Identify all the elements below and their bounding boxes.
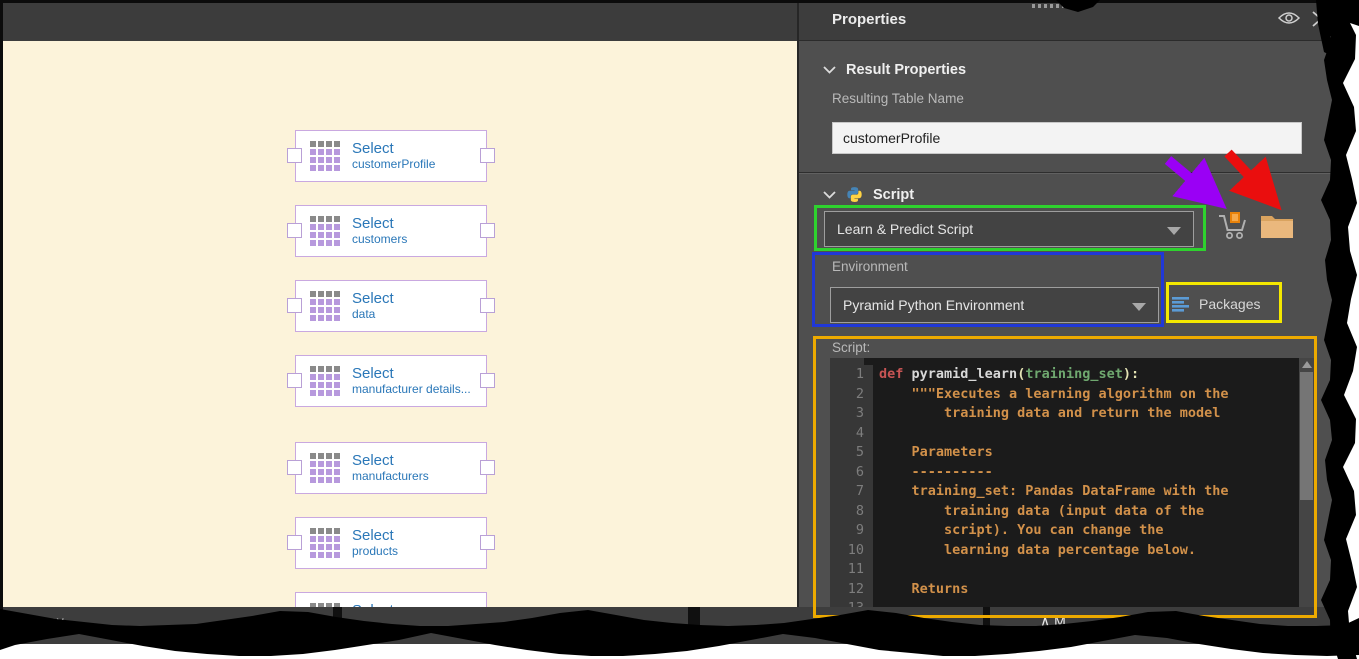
section-title: Script	[873, 187, 914, 203]
dock-tab[interactable]: Prev	[0, 607, 333, 659]
panel-title: Properties	[832, 11, 906, 28]
input-port[interactable]	[287, 223, 302, 238]
python-small-icon	[846, 186, 863, 203]
code-line-11: 11	[830, 560, 1314, 580]
table-grid-icon	[310, 528, 340, 558]
dropdown-value: Learn & Predict Script	[837, 221, 973, 237]
output-port[interactable]	[480, 298, 495, 313]
input-port[interactable]	[287, 535, 302, 550]
editor-padding	[830, 358, 1314, 365]
script-label: Script:	[832, 340, 870, 355]
dock-tab[interactable]	[342, 607, 688, 659]
script-code-editor[interactable]: 1def pyramid_learn(training_set):2 """Ex…	[830, 358, 1314, 632]
node-subtitle: data	[352, 308, 394, 322]
dropdown-caret-icon	[1132, 303, 1146, 311]
environment-dropdown[interactable]: Pyramid Python Environment	[830, 287, 1159, 323]
bottom-dock-bar: Prev ∧ M	[0, 607, 1359, 659]
select-node-data[interactable]: Selectdata	[295, 280, 487, 332]
code-line-12: 12 Returns	[830, 580, 1314, 600]
select-node-customerProfile[interactable]: SelectcustomerProfile	[295, 130, 487, 182]
node-title: Select	[352, 365, 471, 382]
environment-label: Environment	[832, 259, 908, 274]
drag-handle[interactable]	[1032, 4, 1078, 8]
code-line-1: 1def pyramid_learn(training_set):	[830, 365, 1314, 385]
output-port[interactable]	[480, 148, 495, 163]
open-folder-button[interactable]	[1259, 212, 1295, 245]
dock-tab[interactable]	[700, 607, 983, 659]
packages-button[interactable]: Packages	[1172, 288, 1278, 319]
properties-header: Properties	[799, 0, 1359, 41]
select-node-manufacturer-details[interactable]: Selectmanufacturer details...	[295, 355, 487, 407]
resulting-table-name-input[interactable]	[832, 122, 1302, 154]
table-grid-icon	[310, 366, 340, 396]
section-title: Result Properties	[846, 62, 966, 78]
editor-scrollbar[interactable]	[1299, 358, 1314, 632]
top-border	[0, 0, 1359, 3]
code-line-5: 5 Parameters	[830, 443, 1314, 463]
properties-panel: Properties Result Properties Resulting T…	[797, 0, 1359, 659]
node-title: Select	[352, 140, 435, 157]
code-line-8: 8 training data (input data of the	[830, 502, 1314, 522]
node-subtitle: manufacturers	[352, 470, 429, 484]
dropdown-value: Pyramid Python Environment	[843, 297, 1024, 313]
node-subtitle: customerProfile	[352, 158, 435, 172]
dock-tab-label: Prev	[35, 613, 64, 629]
code-line-4: 4	[830, 424, 1314, 444]
output-port[interactable]	[480, 223, 495, 238]
node-title: Select	[352, 290, 394, 307]
eye-icon[interactable]	[1277, 10, 1301, 30]
output-port[interactable]	[480, 460, 495, 475]
section-divider	[799, 172, 1359, 174]
marketplace-cart-button[interactable]	[1217, 208, 1249, 247]
list-icon	[1172, 296, 1190, 312]
dock-tab[interactable]: ∧ M	[990, 607, 1330, 659]
node-subtitle: products	[352, 545, 398, 559]
script-section-header[interactable]: Script	[823, 186, 914, 203]
table-name-label: Resulting Table Name	[832, 91, 964, 106]
code-line-2: 2 """Executes a learning algorithm on th…	[830, 385, 1314, 405]
packages-label: Packages	[1199, 296, 1260, 312]
script-type-dropdown[interactable]: Learn & Predict Script	[824, 211, 1194, 247]
table-grid-icon	[310, 141, 340, 171]
code-line-10: 10 learning data percentage below.	[830, 541, 1314, 561]
node-title: Select	[352, 527, 398, 544]
table-grid-icon	[310, 453, 340, 483]
left-border	[0, 0, 3, 610]
dropdown-caret-icon	[1167, 227, 1181, 235]
scroll-up-icon[interactable]	[1302, 361, 1312, 368]
node-title: Select	[352, 215, 407, 232]
input-port[interactable]	[287, 373, 302, 388]
table-grid-icon	[310, 216, 340, 246]
node-title: Select	[352, 452, 429, 469]
collapse-panel-icon[interactable]	[1311, 10, 1335, 30]
input-port[interactable]	[287, 298, 302, 313]
node-subtitle: manufacturer details...	[352, 383, 471, 397]
code-lines: 1def pyramid_learn(training_set):2 """Ex…	[830, 365, 1314, 632]
chevron-down-icon	[823, 191, 836, 199]
output-port[interactable]	[480, 535, 495, 550]
code-line-7: 7 training_set: Pandas DataFrame with th…	[830, 482, 1314, 502]
node-subtitle: customers	[352, 233, 407, 247]
input-port[interactable]	[287, 148, 302, 163]
scrollbar-thumb[interactable]	[1300, 372, 1313, 500]
chevron-down-icon	[823, 66, 836, 74]
select-node-manufacturers[interactable]: Selectmanufacturers	[295, 442, 487, 494]
code-line-9: 9 script). You can change the	[830, 521, 1314, 541]
code-line-3: 3 training data and return the model	[830, 404, 1314, 424]
table-grid-icon	[310, 291, 340, 321]
select-node-customers[interactable]: Selectcustomers	[295, 205, 487, 257]
code-line-6: 6 ----------	[830, 463, 1314, 483]
select-node-products[interactable]: Selectproducts	[295, 517, 487, 569]
tab-bar	[0, 3, 797, 41]
input-port[interactable]	[287, 460, 302, 475]
result-properties-section-header[interactable]: Result Properties	[823, 62, 966, 78]
output-port[interactable]	[480, 373, 495, 388]
dock-tab-label: ∧ M	[1040, 613, 1066, 630]
